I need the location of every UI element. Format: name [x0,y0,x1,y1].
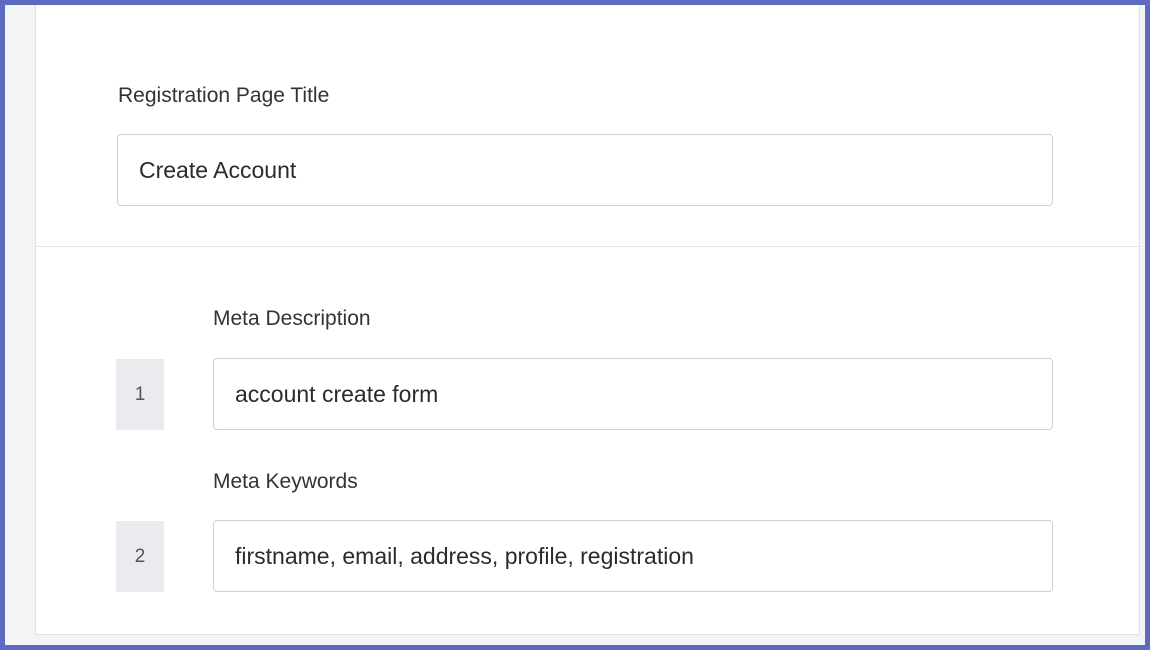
section-divider [36,246,1139,247]
registration-page-title-label: Registration Page Title [118,84,330,107]
meta-description-input[interactable]: account create form [213,358,1053,430]
screenshot-frame: Registration Page Title Create Account M… [0,0,1150,650]
settings-card: Registration Page Title Create Account M… [35,5,1140,635]
meta-description-label: Meta Description [213,307,371,330]
meta-keywords-label: Meta Keywords [213,470,358,493]
row-number-badge: 2 [116,521,164,592]
registration-page-title-input[interactable]: Create Account [117,134,1053,206]
row-number-badge: 1 [116,359,164,430]
meta-keywords-input[interactable]: firstname, email, address, profile, regi… [213,520,1053,592]
